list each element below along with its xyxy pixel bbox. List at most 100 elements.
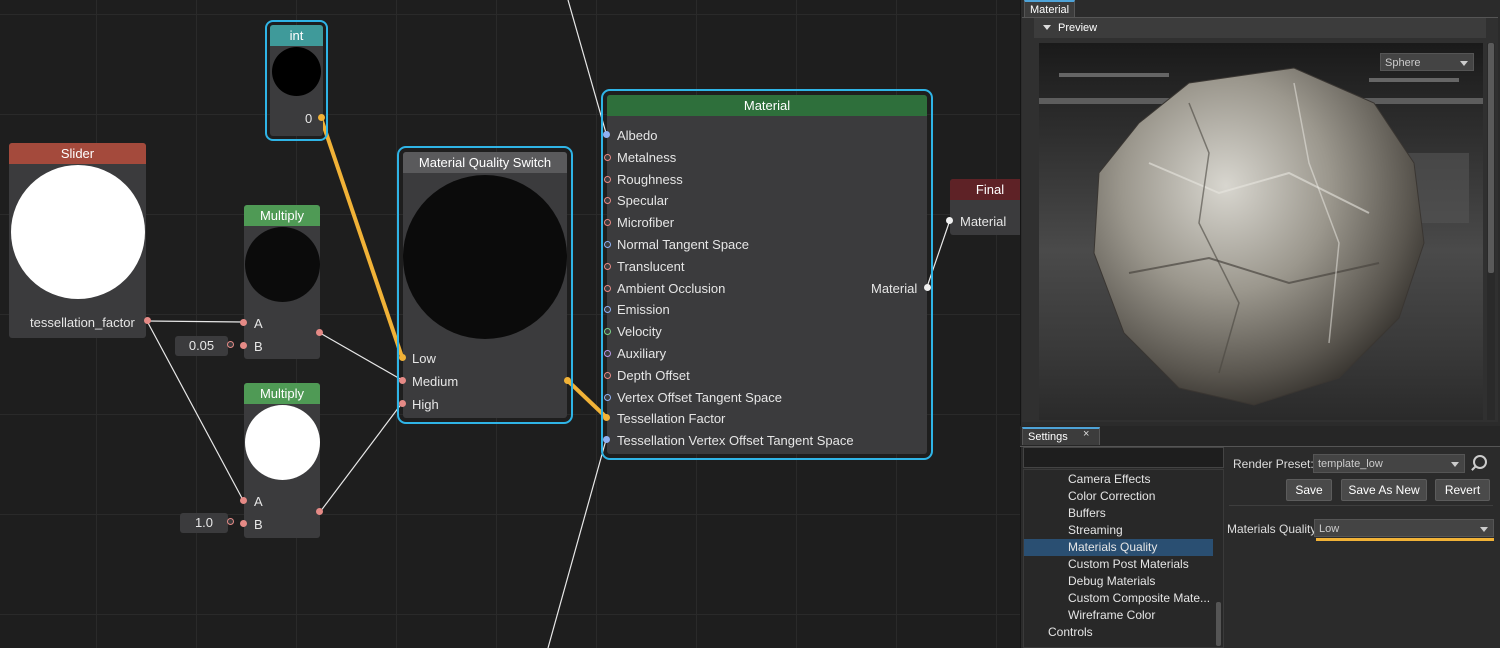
material-input-pin[interactable] bbox=[604, 328, 611, 336]
materials-quality-label: Materials Quality bbox=[1227, 522, 1317, 536]
material-node[interactable]: Material Albedo Metalness Roughness Specula… bbox=[601, 89, 933, 460]
material-input-pin[interactable] bbox=[604, 284, 611, 292]
material-input-pin[interactable] bbox=[604, 306, 611, 314]
material-preview-viewport[interactable] bbox=[1039, 43, 1483, 420]
close-icon[interactable]: × bbox=[1083, 428, 1089, 440]
material-input-pin[interactable] bbox=[604, 262, 611, 270]
save-button[interactable]: Save bbox=[1286, 479, 1332, 501]
multiply-2-b-value[interactable]: 1.0 bbox=[180, 513, 228, 533]
material-input-label: Tessellation Vertex Offset Tangent Space bbox=[617, 433, 854, 449]
material-input-pin[interactable] bbox=[604, 219, 611, 227]
material-input-label: Roughness bbox=[617, 171, 683, 187]
material-input-pin[interactable] bbox=[604, 241, 611, 248]
material-input-pin[interactable] bbox=[604, 175, 611, 183]
tab-material[interactable]: Material bbox=[1024, 0, 1076, 18]
chevron-down-icon bbox=[1451, 462, 1459, 467]
quality-switch-high: High bbox=[412, 397, 439, 412]
wire-int-low bbox=[319, 117, 404, 358]
material-input-pin[interactable] bbox=[603, 414, 610, 422]
slider-preview bbox=[11, 165, 145, 299]
final-node[interactable]: Final Material bbox=[946, 179, 1020, 235]
settings-search-input[interactable] bbox=[1023, 447, 1224, 468]
material-input-label: Specular bbox=[617, 193, 669, 209]
final-input-label: Material bbox=[960, 214, 1007, 229]
multiply-2-input-a-pin[interactable] bbox=[240, 497, 247, 504]
tree-item[interactable]: Debug Materials bbox=[1068, 573, 1155, 590]
quality-switch-output-pin[interactable] bbox=[564, 377, 571, 384]
multiply-2-b-value-pin[interactable] bbox=[227, 518, 234, 525]
material-input-pin[interactable] bbox=[604, 153, 611, 161]
multiply-node-1[interactable]: Multiply A B bbox=[240, 205, 323, 359]
quality-switch-title: Material Quality Switch bbox=[403, 152, 567, 173]
material-input-pin[interactable] bbox=[604, 393, 611, 401]
material-input-pin[interactable] bbox=[603, 131, 610, 138]
material-input-label: Ambient Occlusion bbox=[617, 280, 726, 296]
material-input-label: Translucent bbox=[617, 258, 685, 274]
final-input-pin[interactable] bbox=[946, 217, 953, 224]
int-preview bbox=[272, 47, 321, 96]
multiply-2-output-pin[interactable] bbox=[316, 508, 323, 515]
preview-scrollbar[interactable] bbox=[1487, 43, 1495, 420]
quality-switch-low-pin[interactable] bbox=[399, 354, 406, 361]
int-node-title: int bbox=[270, 25, 323, 46]
tree-item[interactable]: Color Correction bbox=[1068, 488, 1155, 505]
multiply-node-1-title: Multiply bbox=[244, 205, 320, 226]
multiply-2-preview bbox=[245, 405, 320, 480]
multiply-node-2-title: Multiply bbox=[244, 383, 320, 404]
material-input-label: Velocity bbox=[617, 324, 662, 340]
multiply-1-input-b-pin[interactable] bbox=[240, 342, 247, 349]
settings-divider bbox=[1229, 505, 1493, 506]
material-input-pin[interactable] bbox=[604, 197, 611, 205]
material-input-pin[interactable] bbox=[603, 436, 610, 444]
wire-multiply1-medium bbox=[319, 332, 403, 381]
tree-item[interactable]: Buffers bbox=[1068, 505, 1106, 522]
multiply-2-input-b-pin[interactable] bbox=[240, 520, 247, 527]
material-input-pin[interactable] bbox=[604, 350, 611, 357]
preview-shape-value: Sphere bbox=[1385, 57, 1421, 69]
multiply-1-input-a-pin[interactable] bbox=[240, 319, 247, 326]
render-preset-select[interactable]: template_low bbox=[1313, 454, 1465, 473]
int-node[interactable]: int 0 bbox=[265, 20, 328, 141]
multiply-1-preview bbox=[245, 227, 320, 302]
tree-item[interactable]: Camera Effects bbox=[1068, 471, 1150, 488]
material-output-pin[interactable] bbox=[924, 284, 931, 291]
materials-quality-underline bbox=[1316, 538, 1494, 541]
material-input-label: Auxiliary bbox=[617, 346, 667, 361]
material-quality-switch-node[interactable]: Material Quality Switch Low Medium High bbox=[397, 146, 573, 424]
chevron-down-icon bbox=[1480, 527, 1488, 532]
revert-button[interactable]: Revert bbox=[1435, 479, 1490, 501]
multiply-1-b-value-pin[interactable] bbox=[227, 341, 234, 348]
tree-item[interactable]: Custom Composite Mate... bbox=[1068, 590, 1210, 607]
tree-item[interactable]: Custom Post Materials bbox=[1068, 556, 1189, 573]
multiply-node-2[interactable]: Multiply A B bbox=[240, 383, 323, 538]
wire-material-final bbox=[926, 219, 951, 288]
material-input-label: Metalness bbox=[617, 149, 677, 165]
int-output-pin[interactable] bbox=[318, 114, 325, 121]
slider-output-label: tessellation_factor bbox=[30, 315, 135, 330]
tree-item[interactable]: Materials Quality bbox=[1068, 539, 1157, 556]
quality-switch-high-pin[interactable] bbox=[399, 400, 406, 407]
save-as-new-button[interactable]: Save As New bbox=[1341, 479, 1427, 501]
tree-scrollbar[interactable] bbox=[1216, 602, 1221, 646]
tree-item[interactable]: Wireframe Color bbox=[1068, 607, 1155, 624]
multiply-2-input-a: A bbox=[254, 494, 263, 509]
preview-scrollbar-thumb[interactable] bbox=[1488, 43, 1494, 273]
material-input-label: Tessellation Factor bbox=[617, 411, 726, 427]
multiply-1-output-pin[interactable] bbox=[316, 329, 323, 336]
preview-shape-select[interactable]: Sphere bbox=[1380, 53, 1474, 71]
preview-section-header[interactable]: Preview bbox=[1034, 18, 1486, 38]
tree-item-controls[interactable]: Controls bbox=[1048, 624, 1093, 641]
materials-quality-select[interactable]: Low bbox=[1314, 519, 1494, 537]
node-graph-canvas[interactable]: Slider tessellation_factor int 0 Multipl… bbox=[0, 0, 1020, 648]
material-output-label: Material bbox=[871, 281, 918, 296]
multiply-1-input-b: B bbox=[254, 339, 263, 354]
material-input-pin[interactable] bbox=[604, 371, 611, 379]
slider-node[interactable]: Slider tessellation_factor bbox=[9, 143, 151, 338]
chevron-down-icon bbox=[1460, 61, 1468, 66]
collapse-triangle-icon[interactable] bbox=[1043, 25, 1051, 30]
slider-output-pin[interactable] bbox=[144, 317, 151, 324]
tree-item[interactable]: Streaming bbox=[1068, 522, 1123, 539]
quality-switch-medium-pin[interactable] bbox=[399, 377, 406, 384]
multiply-2-input-b: B bbox=[254, 517, 263, 532]
multiply-1-b-value[interactable]: 0.05 bbox=[175, 336, 228, 356]
